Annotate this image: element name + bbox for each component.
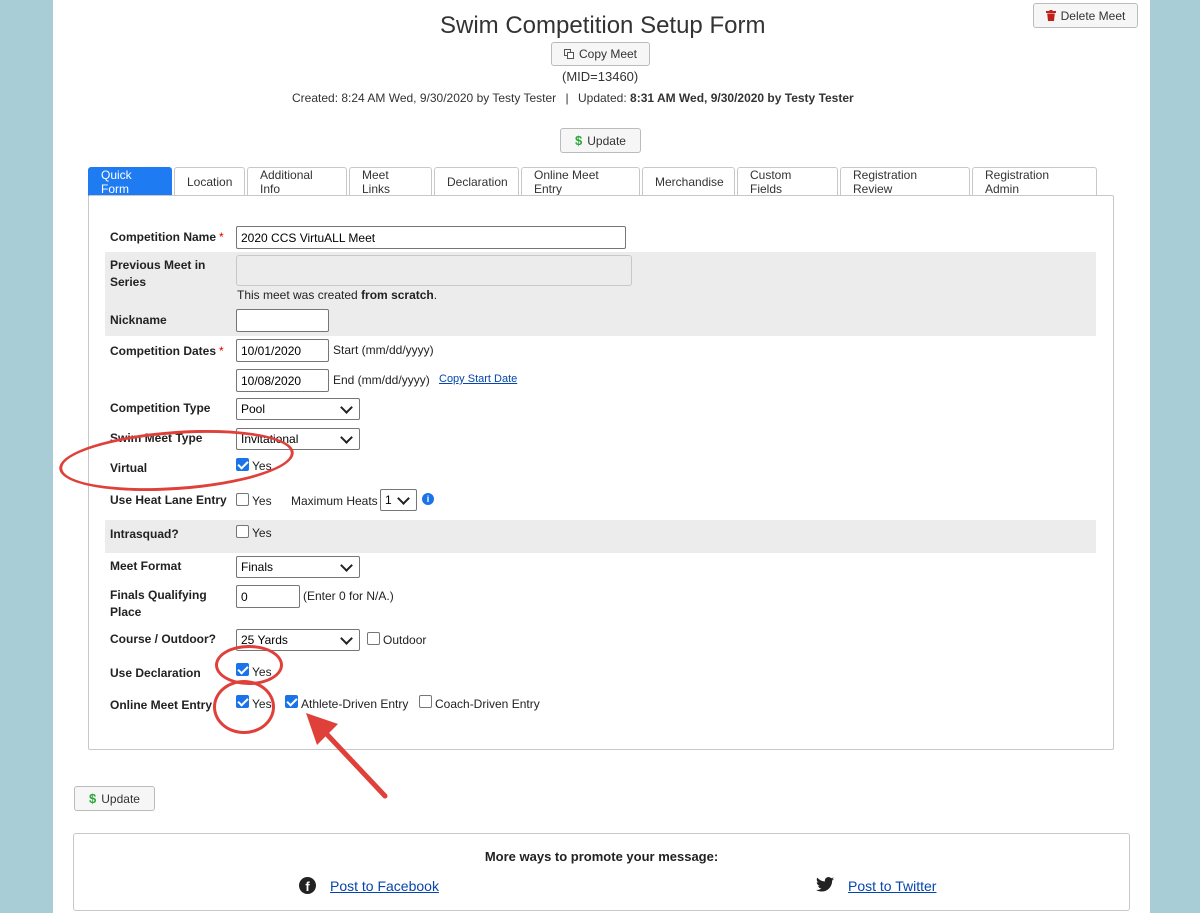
intrasquad-label: Intrasquad? xyxy=(110,527,179,541)
end-date-input[interactable] xyxy=(236,369,329,392)
twitter-icon xyxy=(816,877,834,892)
copy-meet-button[interactable]: Copy Meet xyxy=(551,42,650,66)
competition-dates-label: Competition Dates * xyxy=(110,344,224,358)
max-heats-select[interactable]: 1 xyxy=(380,489,417,511)
dollar-refresh-icon: $ xyxy=(89,791,97,806)
tab-additional-info[interactable]: Additional Info xyxy=(247,167,347,196)
update-button-top[interactable]: $ Update xyxy=(560,128,641,153)
heat-lane-yes-label: Yes xyxy=(252,494,272,508)
tab-label: Declaration xyxy=(447,175,508,189)
created-text: Created: 8:24 AM Wed, 9/30/2020 by Testy… xyxy=(292,91,557,105)
tab-label: Registration Review xyxy=(853,168,918,196)
tab-label: Meet Links xyxy=(362,168,391,196)
info-icon[interactable]: i xyxy=(422,493,434,505)
finals-qualifying-label: Finals Qualifying Place xyxy=(110,588,207,619)
start-date-hint: Start (mm/dd/yyyy) xyxy=(333,343,434,357)
tab-registration-admin[interactable]: Registration Admin xyxy=(972,167,1097,196)
meet-format-label: Meet Format xyxy=(110,559,182,573)
tab-online-meet-entry[interactable]: Online Meet Entry xyxy=(521,167,640,196)
tab-meet-links[interactable]: Meet Links xyxy=(349,167,432,196)
post-to-facebook-link[interactable]: Post to Facebook xyxy=(330,878,439,894)
updated-label: Updated: xyxy=(577,91,627,105)
previous-meet-label: Previous Meet in Series xyxy=(110,258,206,289)
tab-label: Custom Fields xyxy=(750,168,792,196)
facebook-icon: f xyxy=(299,877,316,894)
tab-label: Additional Info xyxy=(260,168,313,196)
outdoor-checkbox[interactable] xyxy=(367,632,380,645)
course-label: Course / Outdoor? xyxy=(110,632,216,646)
select-value: Finals xyxy=(241,560,274,574)
previous-meet-note: This meet was created from scratch. xyxy=(237,288,438,302)
tab-merchandise[interactable]: Merchandise xyxy=(642,167,735,196)
tab-label: Merchandise xyxy=(655,175,724,189)
nickname-input[interactable] xyxy=(236,309,329,332)
chevron-down-icon xyxy=(340,558,353,572)
promo-title: More ways to promote your message: xyxy=(484,849,719,864)
intrasquad-checkbox[interactable] xyxy=(236,525,249,538)
heat-lane-label: Use Heat Lane Entry xyxy=(110,493,227,507)
tab-label: Online Meet Entry xyxy=(534,168,599,196)
select-value: Pool xyxy=(241,402,266,416)
chevron-down-icon xyxy=(340,400,353,414)
tab-custom-fields[interactable]: Custom Fields xyxy=(737,167,838,196)
copy-meet-label: Copy Meet xyxy=(578,47,638,61)
start-date-input[interactable] xyxy=(236,339,329,362)
end-date-hint: End (mm/dd/yyyy) xyxy=(333,373,430,387)
audit-info: Created: 8:24 AM Wed, 9/30/2020 by Testy… xyxy=(292,91,854,105)
update-label: Update xyxy=(101,791,140,806)
tab-label: Location xyxy=(187,175,233,189)
separator: | xyxy=(565,91,569,105)
copy-start-date-link[interactable]: Copy Start Date xyxy=(439,373,517,385)
update-label: Update xyxy=(587,133,626,148)
promote-box: More ways to promote your message: f Pos… xyxy=(73,833,1130,911)
delete-meet-label: Delete Meet xyxy=(1060,8,1126,23)
previous-meet-field[interactable] xyxy=(236,255,632,286)
competition-name-input[interactable] xyxy=(236,226,626,249)
intrasquad-yes-label: Yes xyxy=(252,526,272,540)
chevron-down-icon xyxy=(397,491,410,505)
tab-registration-review[interactable]: Registration Review xyxy=(840,167,970,196)
chevron-down-icon xyxy=(340,430,353,444)
post-to-twitter-link[interactable]: Post to Twitter xyxy=(848,878,936,894)
chevron-down-icon xyxy=(340,631,353,645)
update-button-bottom[interactable]: $ Update xyxy=(74,786,155,811)
updated-value: 8:31 AM Wed, 9/30/2020 by Testy Tester xyxy=(630,91,854,105)
nickname-label: Nickname xyxy=(110,313,167,327)
dollar-refresh-icon: $ xyxy=(575,133,583,148)
outdoor-label: Outdoor xyxy=(383,633,427,647)
coach-driven-label: Coach-Driven Entry xyxy=(435,697,540,711)
competition-type-label: Competition Type xyxy=(110,401,211,415)
tab-declaration[interactable]: Declaration xyxy=(434,167,519,196)
copy-icon xyxy=(563,49,574,59)
delete-meet-button[interactable]: Delete Meet xyxy=(1033,3,1138,28)
tab-quick-form[interactable]: Quick Form xyxy=(88,167,172,196)
annotation-ellipse xyxy=(213,680,275,734)
tab-location[interactable]: Location xyxy=(174,167,245,196)
finals-qualifying-input[interactable] xyxy=(236,585,300,608)
tab-bar: Quick Form Location Additional Info Meet… xyxy=(88,167,1099,196)
meet-id: (MID=13460) xyxy=(562,69,639,84)
competition-type-select[interactable]: Pool xyxy=(236,398,360,420)
trash-icon xyxy=(1045,10,1056,21)
heat-lane-checkbox[interactable] xyxy=(236,493,249,506)
annotation-ellipse xyxy=(215,645,283,685)
use-declaration-label: Use Declaration xyxy=(110,666,201,680)
finals-qualifying-hint: (Enter 0 for N/A.) xyxy=(303,589,394,603)
tab-label: Registration Admin xyxy=(985,168,1050,196)
meet-format-select[interactable]: Finals xyxy=(236,556,360,578)
online-meet-entry-label: Online Meet Entry xyxy=(110,698,213,712)
tab-label: Quick Form xyxy=(101,168,132,196)
max-heats-label: Maximum Heats xyxy=(291,494,378,508)
coach-driven-checkbox[interactable] xyxy=(419,695,432,708)
select-value: 1 xyxy=(385,493,392,507)
competition-name-label: Competition Name * xyxy=(110,230,224,244)
page-content: Swim Competition Setup Form Delete Meet … xyxy=(53,0,1150,913)
annotation-arrow xyxy=(306,713,388,799)
page-title: Swim Competition Setup Form xyxy=(440,12,766,39)
